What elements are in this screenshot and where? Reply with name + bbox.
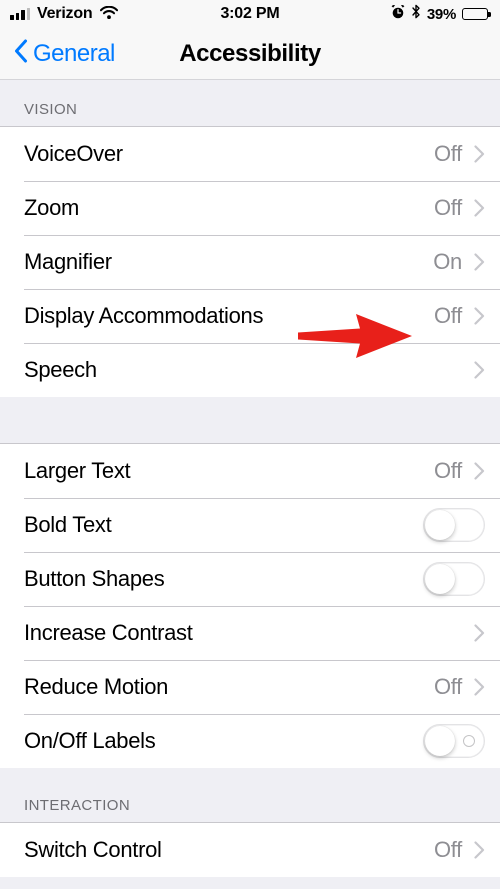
chevron-right-icon [474, 624, 485, 642]
toggle-knob [425, 510, 455, 540]
list-item[interactable]: On/Off Labels [0, 714, 500, 768]
list-item-value: Off [433, 837, 462, 862]
list-item[interactable]: Increase Contrast [0, 606, 500, 660]
list-item-label: Magnifier [24, 249, 112, 274]
section-header-vision: VISION [0, 80, 500, 126]
battery-icon [462, 7, 491, 21]
battery-percentage: 39% [426, 5, 456, 23]
back-button-general[interactable]: General [0, 39, 115, 68]
toggle-off-label-icon [463, 735, 475, 747]
toggle-switch[interactable] [423, 562, 485, 596]
chevron-right-icon [474, 361, 485, 379]
section-body: Larger Text Off Bold Text Button Shapes Incr… [0, 443, 500, 768]
list-item-label: Reduce Motion [24, 674, 169, 699]
list-item[interactable]: Zoom Off [0, 181, 500, 235]
list-item-label: Display Accommodations [24, 303, 264, 328]
list-item[interactable]: Bold Text [0, 498, 500, 552]
status-bar: Verizon 3:02 PM 39% [0, 0, 500, 28]
list-item[interactable]: Magnifier On [0, 235, 500, 289]
chevron-right-icon [474, 462, 485, 480]
chevron-right-icon [474, 199, 485, 217]
list-item[interactable]: Button Shapes [0, 552, 500, 606]
status-bar-left: Verizon [10, 4, 118, 24]
list-item-label: Button Shapes [24, 566, 165, 591]
status-bar-right: 39% [391, 4, 491, 24]
list-item-value: Off [433, 195, 462, 220]
list-item-value: Off [433, 141, 462, 166]
navigation-bar: General Accessibility [0, 28, 500, 80]
chevron-right-icon [474, 253, 485, 271]
iphone-screen: Verizon 3:02 PM 39% General Accessibilit… [0, 0, 500, 889]
toggle-switch[interactable] [423, 724, 485, 758]
status-bar-clock: 3:02 PM [220, 5, 280, 22]
back-button-label: General [33, 39, 115, 67]
list-item-value: Off [433, 303, 462, 328]
list-item[interactable]: Reduce Motion Off [0, 660, 500, 714]
list-item-value: Off [433, 674, 462, 699]
list-item-label: VoiceOver [24, 141, 123, 166]
chevron-right-icon [474, 145, 485, 163]
bluetooth-icon [411, 4, 421, 24]
section-gap [0, 397, 500, 443]
signal-bars-icon [10, 8, 30, 20]
chevron-left-icon [14, 39, 28, 68]
list-item[interactable]: VoiceOver Off [0, 127, 500, 181]
list-item-label: Larger Text [24, 458, 131, 483]
list-item[interactable]: Speech [0, 343, 500, 397]
list-item[interactable]: Display Accommodations Off [0, 289, 500, 343]
list-item-label: Switch Control [24, 837, 162, 862]
list-item-label: Increase Contrast [24, 620, 193, 645]
section-body: Switch Control Off [0, 822, 500, 877]
list-item-value: Off [433, 458, 462, 483]
section-header-interaction: INTERACTION [0, 768, 500, 822]
list-item-label: Zoom [24, 195, 80, 220]
settings-list: VISION VoiceOver Off Zoom Off Magnifier On Disp… [0, 80, 500, 877]
list-item[interactable]: Switch Control Off [0, 823, 500, 877]
toggle-knob [425, 726, 455, 756]
chevron-right-icon [474, 678, 485, 696]
chevron-right-icon [474, 841, 485, 859]
chevron-right-icon [474, 307, 485, 325]
toggle-knob [425, 564, 455, 594]
wifi-icon [99, 4, 118, 24]
list-item-label: Bold Text [24, 512, 112, 537]
toggle-switch[interactable] [423, 508, 485, 542]
list-item-label: On/Off Labels [24, 728, 156, 753]
carrier-name: Verizon [37, 5, 93, 22]
list-item-label: Speech [24, 357, 97, 382]
list-item-value: On [433, 249, 462, 274]
list-item[interactable]: Larger Text Off [0, 444, 500, 498]
alarm-clock-icon [391, 4, 405, 24]
section-body: VoiceOver Off Zoom Off Magnifier On Display Ac… [0, 126, 500, 397]
